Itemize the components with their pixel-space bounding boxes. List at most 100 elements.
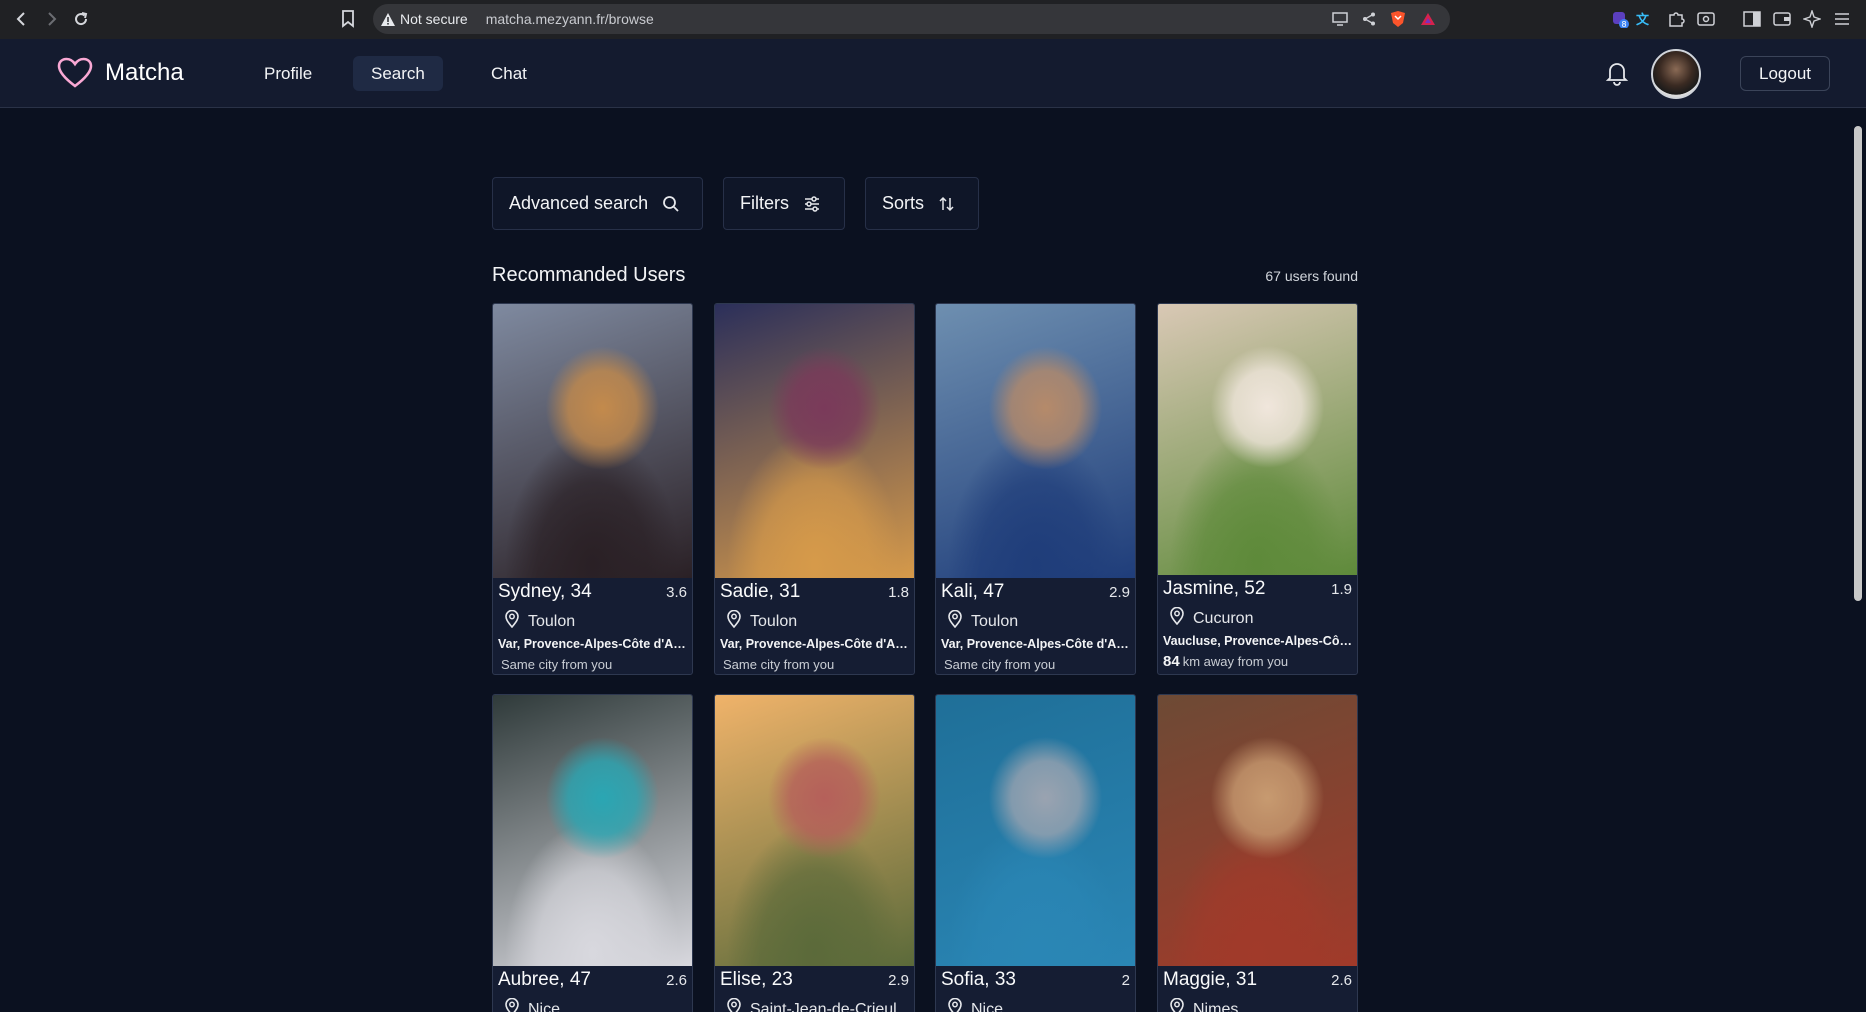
sort-arrows-icon	[939, 196, 954, 211]
location-pin-icon	[504, 609, 520, 633]
user-city: Toulon	[750, 612, 798, 630]
user-score: 1.9	[1331, 581, 1352, 598]
user-photo[interactable]	[715, 304, 914, 578]
scrollbar-thumb[interactable]	[1854, 126, 1862, 601]
user-card[interactable]: Aubree, 47 2.6 Nice	[492, 694, 693, 1012]
user-region: Var, Provence-Alpes-Côte d'Azur	[720, 637, 909, 651]
rewards-icon[interactable]	[1420, 12, 1436, 26]
advanced-search-label: Advanced search	[509, 193, 649, 213]
location-pin-icon	[1169, 606, 1185, 630]
user-city: Toulon	[971, 612, 1019, 630]
user-name: Maggie, 31	[1163, 969, 1258, 990]
results-count: 67 users found	[1265, 268, 1358, 284]
nav-search[interactable]: Search	[353, 56, 443, 91]
user-score: 2.9	[888, 972, 909, 989]
results-title: Recommanded Users	[492, 264, 686, 286]
user-photo[interactable]	[936, 304, 1135, 578]
user-city: Cucuron	[1193, 609, 1254, 627]
user-photo[interactable]	[1158, 695, 1357, 966]
user-name: Sydney, 34	[498, 581, 592, 602]
search-icon	[663, 195, 679, 212]
security-label: Not secure	[400, 11, 468, 27]
logout-button[interactable]: Logout	[1740, 56, 1830, 91]
sliders-icon	[805, 195, 819, 212]
user-photo[interactable]	[715, 695, 914, 966]
wallet-icon[interactable]	[1772, 9, 1792, 29]
brand-logo[interactable]: Matcha	[57, 57, 184, 89]
user-card[interactable]: Sadie, 31 1.8 Toulon Var, Provence-Alpes…	[714, 303, 915, 675]
back-icon[interactable]	[10, 7, 34, 31]
menu-icon[interactable]	[1832, 9, 1852, 29]
sorts-button[interactable]: Sorts	[865, 177, 979, 230]
location-pin-icon	[947, 997, 963, 1012]
extension-icon[interactable]: 8	[1610, 9, 1630, 29]
user-city: Saint-Jean-de-Crieul	[750, 1000, 897, 1012]
share-icon[interactable]	[1362, 12, 1376, 26]
nav-profile[interactable]: Profile	[246, 56, 330, 91]
user-city: Nimes	[1193, 1000, 1239, 1012]
user-city: Nice	[971, 1000, 1004, 1012]
location-pin-icon	[726, 997, 742, 1012]
svg-text:8: 8	[1621, 20, 1626, 28]
user-region: Vaucluse, Provence-Alpes-Côte d'Azur	[1163, 634, 1352, 648]
user-photo[interactable]	[1158, 304, 1357, 575]
location-pin-icon	[726, 609, 742, 633]
location-pin-icon	[947, 609, 963, 633]
reload-icon[interactable]	[69, 7, 93, 31]
location-pin-icon	[1169, 997, 1185, 1012]
user-city: Nice	[528, 1000, 561, 1012]
user-card[interactable]: Kali, 47 2.9 Toulon Var, Provence-Alpes-…	[935, 303, 1136, 675]
brand-name: Matcha	[105, 59, 184, 86]
sidebar-icon[interactable]	[1742, 9, 1762, 29]
address-bar[interactable]: Not secure matcha.mezyann.fr/browse	[373, 4, 1450, 34]
user-distance: Same city from you	[501, 657, 613, 672]
user-name: Sadie, 31	[720, 581, 801, 602]
user-name: Elise, 23	[720, 969, 793, 990]
app-header: Matcha Profile Search Chat Logout	[0, 39, 1866, 108]
notification-bell-icon[interactable]	[1603, 59, 1631, 87]
filters-label: Filters	[740, 193, 789, 213]
user-card[interactable]: Jasmine, 52 1.9 Cucuron Vaucluse, Proven…	[1157, 303, 1358, 675]
user-card[interactable]: Maggie, 31 2.6 Nimes	[1157, 694, 1358, 1012]
user-card[interactable]: Elise, 23 2.9 Saint-Jean-de-Crieul	[714, 694, 915, 1012]
user-name: Aubree, 47	[498, 969, 591, 990]
heart-icon	[57, 57, 93, 88]
user-name: Kali, 47	[941, 581, 1005, 602]
sorts-label: Sorts	[882, 193, 925, 213]
user-photo[interactable]	[936, 695, 1135, 966]
advanced-search-button[interactable]: Advanced search	[492, 177, 703, 230]
svg-text:文: 文	[1636, 12, 1650, 27]
user-card[interactable]: Sydney, 34 3.6 Toulon Var, Provence-Alpe…	[492, 303, 693, 675]
warning-icon	[381, 12, 395, 26]
user-score: 1.8	[888, 584, 909, 601]
user-region: Var, Provence-Alpes-Côte d'Azur	[941, 637, 1130, 651]
user-score: 3.6	[666, 584, 687, 601]
cast-icon[interactable]	[1332, 12, 1348, 26]
filters-button[interactable]: Filters	[723, 177, 845, 230]
user-score: 2.6	[666, 972, 687, 989]
user-name: Jasmine, 52	[1163, 578, 1266, 599]
media-icon[interactable]	[1696, 9, 1716, 29]
translate-icon[interactable]: 文	[1636, 9, 1656, 29]
brave-shield-icon[interactable]	[1390, 10, 1406, 28]
user-name: Sofia, 33	[941, 969, 1016, 990]
user-distance: Same city from you	[944, 657, 1056, 672]
user-score: 2	[1121, 972, 1130, 989]
page-scrollbar[interactable]	[1849, 108, 1866, 1012]
bookmark-icon[interactable]	[337, 8, 359, 30]
nav-chat[interactable]: Chat	[473, 56, 545, 91]
user-distance: Same city from you	[723, 657, 835, 672]
leo-ai-icon[interactable]	[1802, 9, 1822, 29]
user-distance: 84 km away from you	[1163, 653, 1289, 670]
user-region: Var, Provence-Alpes-Côte d'Azur	[498, 637, 687, 651]
location-pin-icon	[504, 997, 520, 1012]
extensions-puzzle-icon[interactable]	[1666, 9, 1686, 29]
user-photo[interactable]	[493, 304, 692, 578]
user-score: 2.9	[1109, 584, 1130, 601]
user-card[interactable]: Sofia, 33 2 Nice	[935, 694, 1136, 1012]
user-avatar[interactable]	[1651, 49, 1701, 99]
url-text[interactable]: matcha.mezyann.fr/browse	[486, 11, 654, 27]
forward-icon[interactable]	[39, 7, 63, 31]
user-photo[interactable]	[493, 695, 692, 966]
security-indicator[interactable]: Not secure	[381, 11, 468, 27]
